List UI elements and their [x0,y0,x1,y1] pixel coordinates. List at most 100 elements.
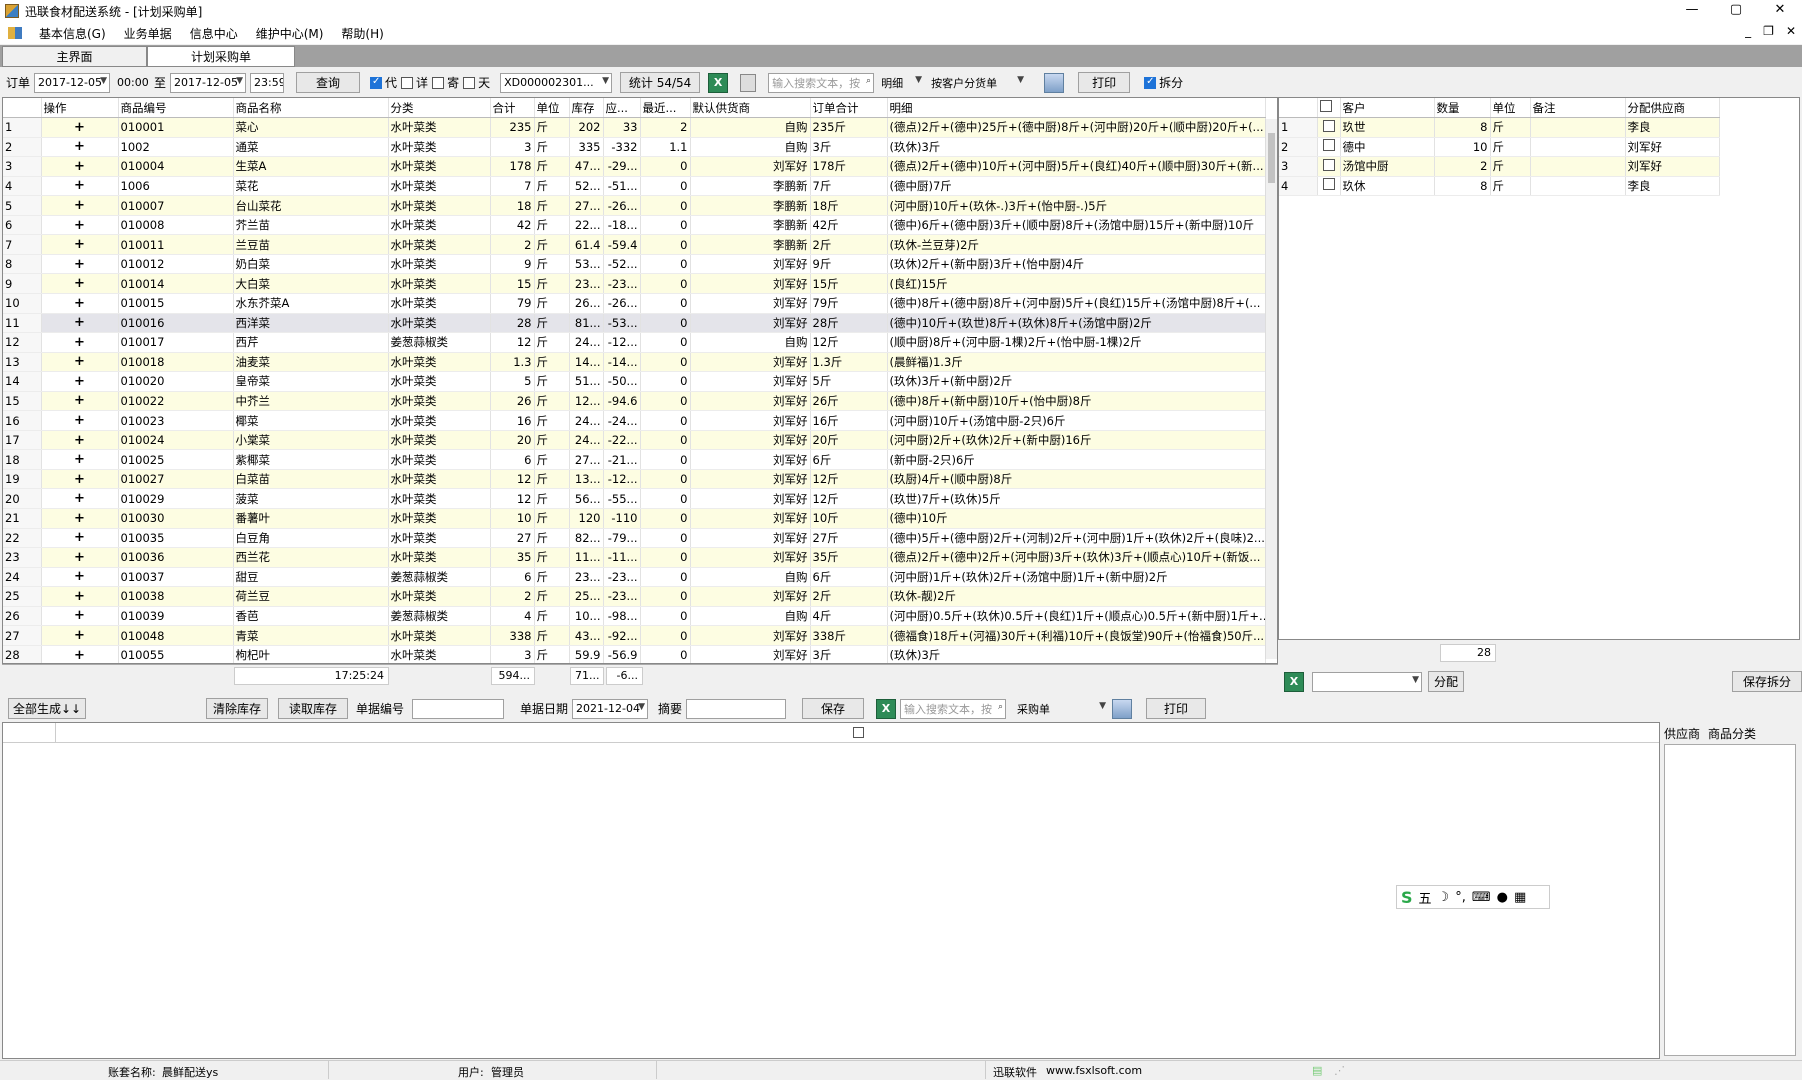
add-row-button[interactable]: + [41,195,119,216]
table-row[interactable]: 10 +010015 水东芥菜A 水叶菜类 79 斤 26... -26... 0 刘军好 79斤(… [3,293,1266,314]
table-row[interactable]: 6 +010008 芥兰苗 水叶菜类 42 斤 22... -18... 0 李鹏新 42斤 (德中)… [3,215,1266,236]
checkbox-dai[interactable]: 代 [370,74,397,91]
table-row[interactable]: 3 +010004 生菜A 水叶菜类 178 斤 47... -29... 0 刘军好 178斤 (德… [3,156,1266,177]
table-row[interactable]: 25 +010038 荷兰豆 水叶菜类 2 斤 25... -23... 0 刘军好 2斤 (玖休-靓… [3,586,1266,607]
customer-row[interactable]: 2 德中 10 斤 刘军好 [1279,137,1720,158]
table-row[interactable]: 21 +010030 番薯叶 水叶菜类 10 斤 120 -110 0 刘军好 10斤 (德中)10斤 [3,508,1266,529]
row-checkbox[interactable] [1317,156,1341,177]
add-row-button[interactable]: + [41,488,119,509]
add-row-button[interactable]: + [41,508,119,529]
column-header[interactable]: 分类 [388,98,491,119]
checkbox-tian[interactable]: 天 [463,74,490,91]
excel-export-icon[interactable]: X [876,698,897,719]
column-header[interactable]: 库存 [569,98,604,119]
time-from-field[interactable]: 00:00 [114,73,150,93]
minimize-button[interactable]: — [1670,0,1714,22]
main-grid[interactable]: 操作 商品编号 商品名称 分类 合计 单位 库存 应... 最近... 默认供货商 订单合计 明细 1… [2,97,1278,664]
stats-button[interactable]: 统计 54/54 [620,72,701,93]
add-row-button[interactable]: + [41,391,119,412]
add-row-button[interactable]: + [41,528,119,549]
column-header[interactable]: 商品编号 [118,98,234,119]
column-header[interactable]: 单位 [1490,98,1531,119]
table-row[interactable]: 2 +1002 通菜 水叶菜类 3 斤 335 -332 1.1 自购 3斤 (玖休)3斤 [3,137,1266,158]
table-row[interactable]: 23 +010036 西兰花 水叶菜类 35 斤 11... -11... 0 刘军好 35斤 (德点… [3,547,1266,568]
main-scrollbar[interactable] [1265,119,1277,659]
bottom-print-button[interactable]: 打印 [1146,698,1207,719]
user-icon[interactable]: ● [1497,890,1508,905]
assign-button[interactable]: 分配 [1428,671,1464,692]
table-row[interactable]: 17 +010024 小棠菜 水叶菜类 20 斤 24... -22... 0 刘军好 20斤 (河中… [3,430,1266,451]
checkbox-xiang[interactable]: 详 [401,74,428,91]
column-header[interactable]: 最近... [640,98,691,119]
scroll-thumb[interactable] [1268,133,1275,183]
add-row-button[interactable]: + [41,234,119,255]
tab-supplier[interactable]: 供应商 [1664,725,1700,742]
add-row-button[interactable]: + [41,332,119,353]
row-checkbox[interactable] [1317,176,1341,197]
row-checkbox[interactable] [1317,117,1341,138]
row-checkbox[interactable] [1317,137,1341,158]
column-header[interactable]: 客户 [1340,98,1435,119]
add-row-button[interactable]: + [41,371,119,392]
add-row-button[interactable]: + [41,254,119,275]
add-row-button[interactable]: + [41,645,119,663]
add-row-button[interactable]: + [41,293,119,314]
table-row[interactable]: 7 +010011 兰豆苗 水叶菜类 2 斤 61.4 -59.4 0 李鹏新 2斤 (玖休-兰豆芽)… [3,234,1266,255]
table-row[interactable]: 26 +010039 香芭 姜葱蒜椒类 4 斤 10... -98... 0 自购 4斤 (河中厨)0… [3,606,1266,627]
moon-icon[interactable]: ☽ [1438,890,1450,905]
table-row[interactable]: 4 +1006 菜花 水叶菜类 7 斤 52... -51... 0 李鹏新 7斤 (德中厨)7斤 [3,176,1266,197]
mdi-close-icon[interactable]: ✕ [1786,24,1796,38]
add-row-button[interactable]: + [41,625,119,646]
add-row-button[interactable]: + [41,137,119,158]
menu-business-docs[interactable]: 业务单据 [115,25,181,42]
group-by-select[interactable]: 按客户分货单 ▼ [928,73,1026,93]
table-row[interactable]: 18 +010025 紫椰菜 水叶菜类 6 斤 27... -21... 0 刘军好 6斤 (新中厨-… [3,449,1266,470]
table-row[interactable]: 9 +010014 大白菜 水叶菜类 15 斤 23... -23... 0 刘军好 15斤 (良红)… [3,273,1266,294]
column-header[interactable]: 默认供货商 [690,98,811,119]
column-header[interactable]: 操作 [41,98,119,119]
add-row-button[interactable]: + [41,449,119,470]
column-header[interactable]: 订单合计 [810,98,888,119]
date-to-picker[interactable]: 2017-12-05 ▼ [170,72,247,93]
search-input[interactable]: 输入搜索文本，按 ⌕ [768,72,875,93]
tab-main[interactable]: 主界面 [2,46,147,67]
order-number-select[interactable]: XD000002301... ▼ [500,72,613,93]
add-row-button[interactable]: + [41,430,119,451]
time-to-field[interactable]: 23:59 [250,72,285,93]
add-row-button[interactable]: + [41,117,119,138]
doc-type-select[interactable]: 采购单 ▼ [1014,699,1108,719]
bottom-search-input[interactable]: 输入搜索文本，按 ⌕ [900,698,1007,719]
table-row[interactable]: 24 +010037 甜豆 姜葱蒜椒类 6 斤 23... -23... 0 自购 6斤 (河中厨)1… [3,567,1266,588]
clipboard-icon[interactable] [740,73,757,92]
column-header[interactable]: 备注 [1530,98,1626,119]
menu-info-center[interactable]: 信息中心 [181,25,247,42]
ime-mode[interactable]: 五 [1419,888,1432,907]
add-row-button[interactable]: + [41,352,119,373]
print-button[interactable]: 打印 [1078,72,1131,93]
close-button[interactable]: ✕ [1758,0,1802,22]
excel-export-icon[interactable]: X [1284,671,1304,692]
table-row[interactable]: 28 +010055 枸杞叶 水叶菜类 3 斤 59.9 -56.9 0 刘军好 3斤 (玖休)3斤 [3,645,1266,663]
table-row[interactable]: 1 +010001 菜心 水叶菜类 235 斤 202 33 2 自购 235斤 (德点)2斤+(德中… [3,117,1266,138]
add-row-button[interactable]: + [41,176,119,197]
print-preview-icon[interactable] [1112,698,1133,719]
add-row-button[interactable]: + [41,586,119,607]
generate-all-button[interactable]: 全部生成↓↓ [8,698,86,719]
side-list[interactable] [1664,744,1796,1056]
menu-maintenance[interactable]: 维护中心(M) [247,25,333,42]
table-row[interactable]: 16 +010023 椰菜 水叶菜类 16 斤 24... -24... 0 刘军好 16斤 (河中厨… [3,410,1266,431]
mdi-minimize-icon[interactable]: _ [1745,24,1751,38]
column-header[interactable]: 单位 [534,98,570,119]
table-row[interactable]: 22 +010035 白豆角 水叶菜类 27 斤 82... -79... 0 刘军好 27斤 (德中… [3,528,1266,549]
checkbox-ji[interactable]: 寄 [432,74,459,91]
tab-planned-purchase[interactable]: 计划采购单 [147,46,295,67]
date-from-picker[interactable]: 2017-12-05 ▼ [34,72,111,93]
table-row[interactable]: 15 +010022 中芥兰 水叶菜类 26 斤 12... -94.6 0 刘军好 26斤 (德中)… [3,391,1266,412]
ime-toolbar[interactable]: S 五 ☽ °, ⌨ ● ▦ [1396,885,1550,909]
doc-date-picker[interactable]: 2021-12-04 ▼ [572,698,649,719]
table-row[interactable]: 12 +010017 西芹 姜葱蒜椒类 12 斤 24... -12... 0 自购 12斤 (顺中厨… [3,332,1266,353]
column-header[interactable]: 商品名称 [233,98,389,119]
clear-stock-button[interactable]: 清除库存 [206,698,268,719]
customer-row[interactable]: 1 玖世 8 斤 李良 [1279,117,1720,138]
column-header[interactable]: 合计 [490,98,535,119]
